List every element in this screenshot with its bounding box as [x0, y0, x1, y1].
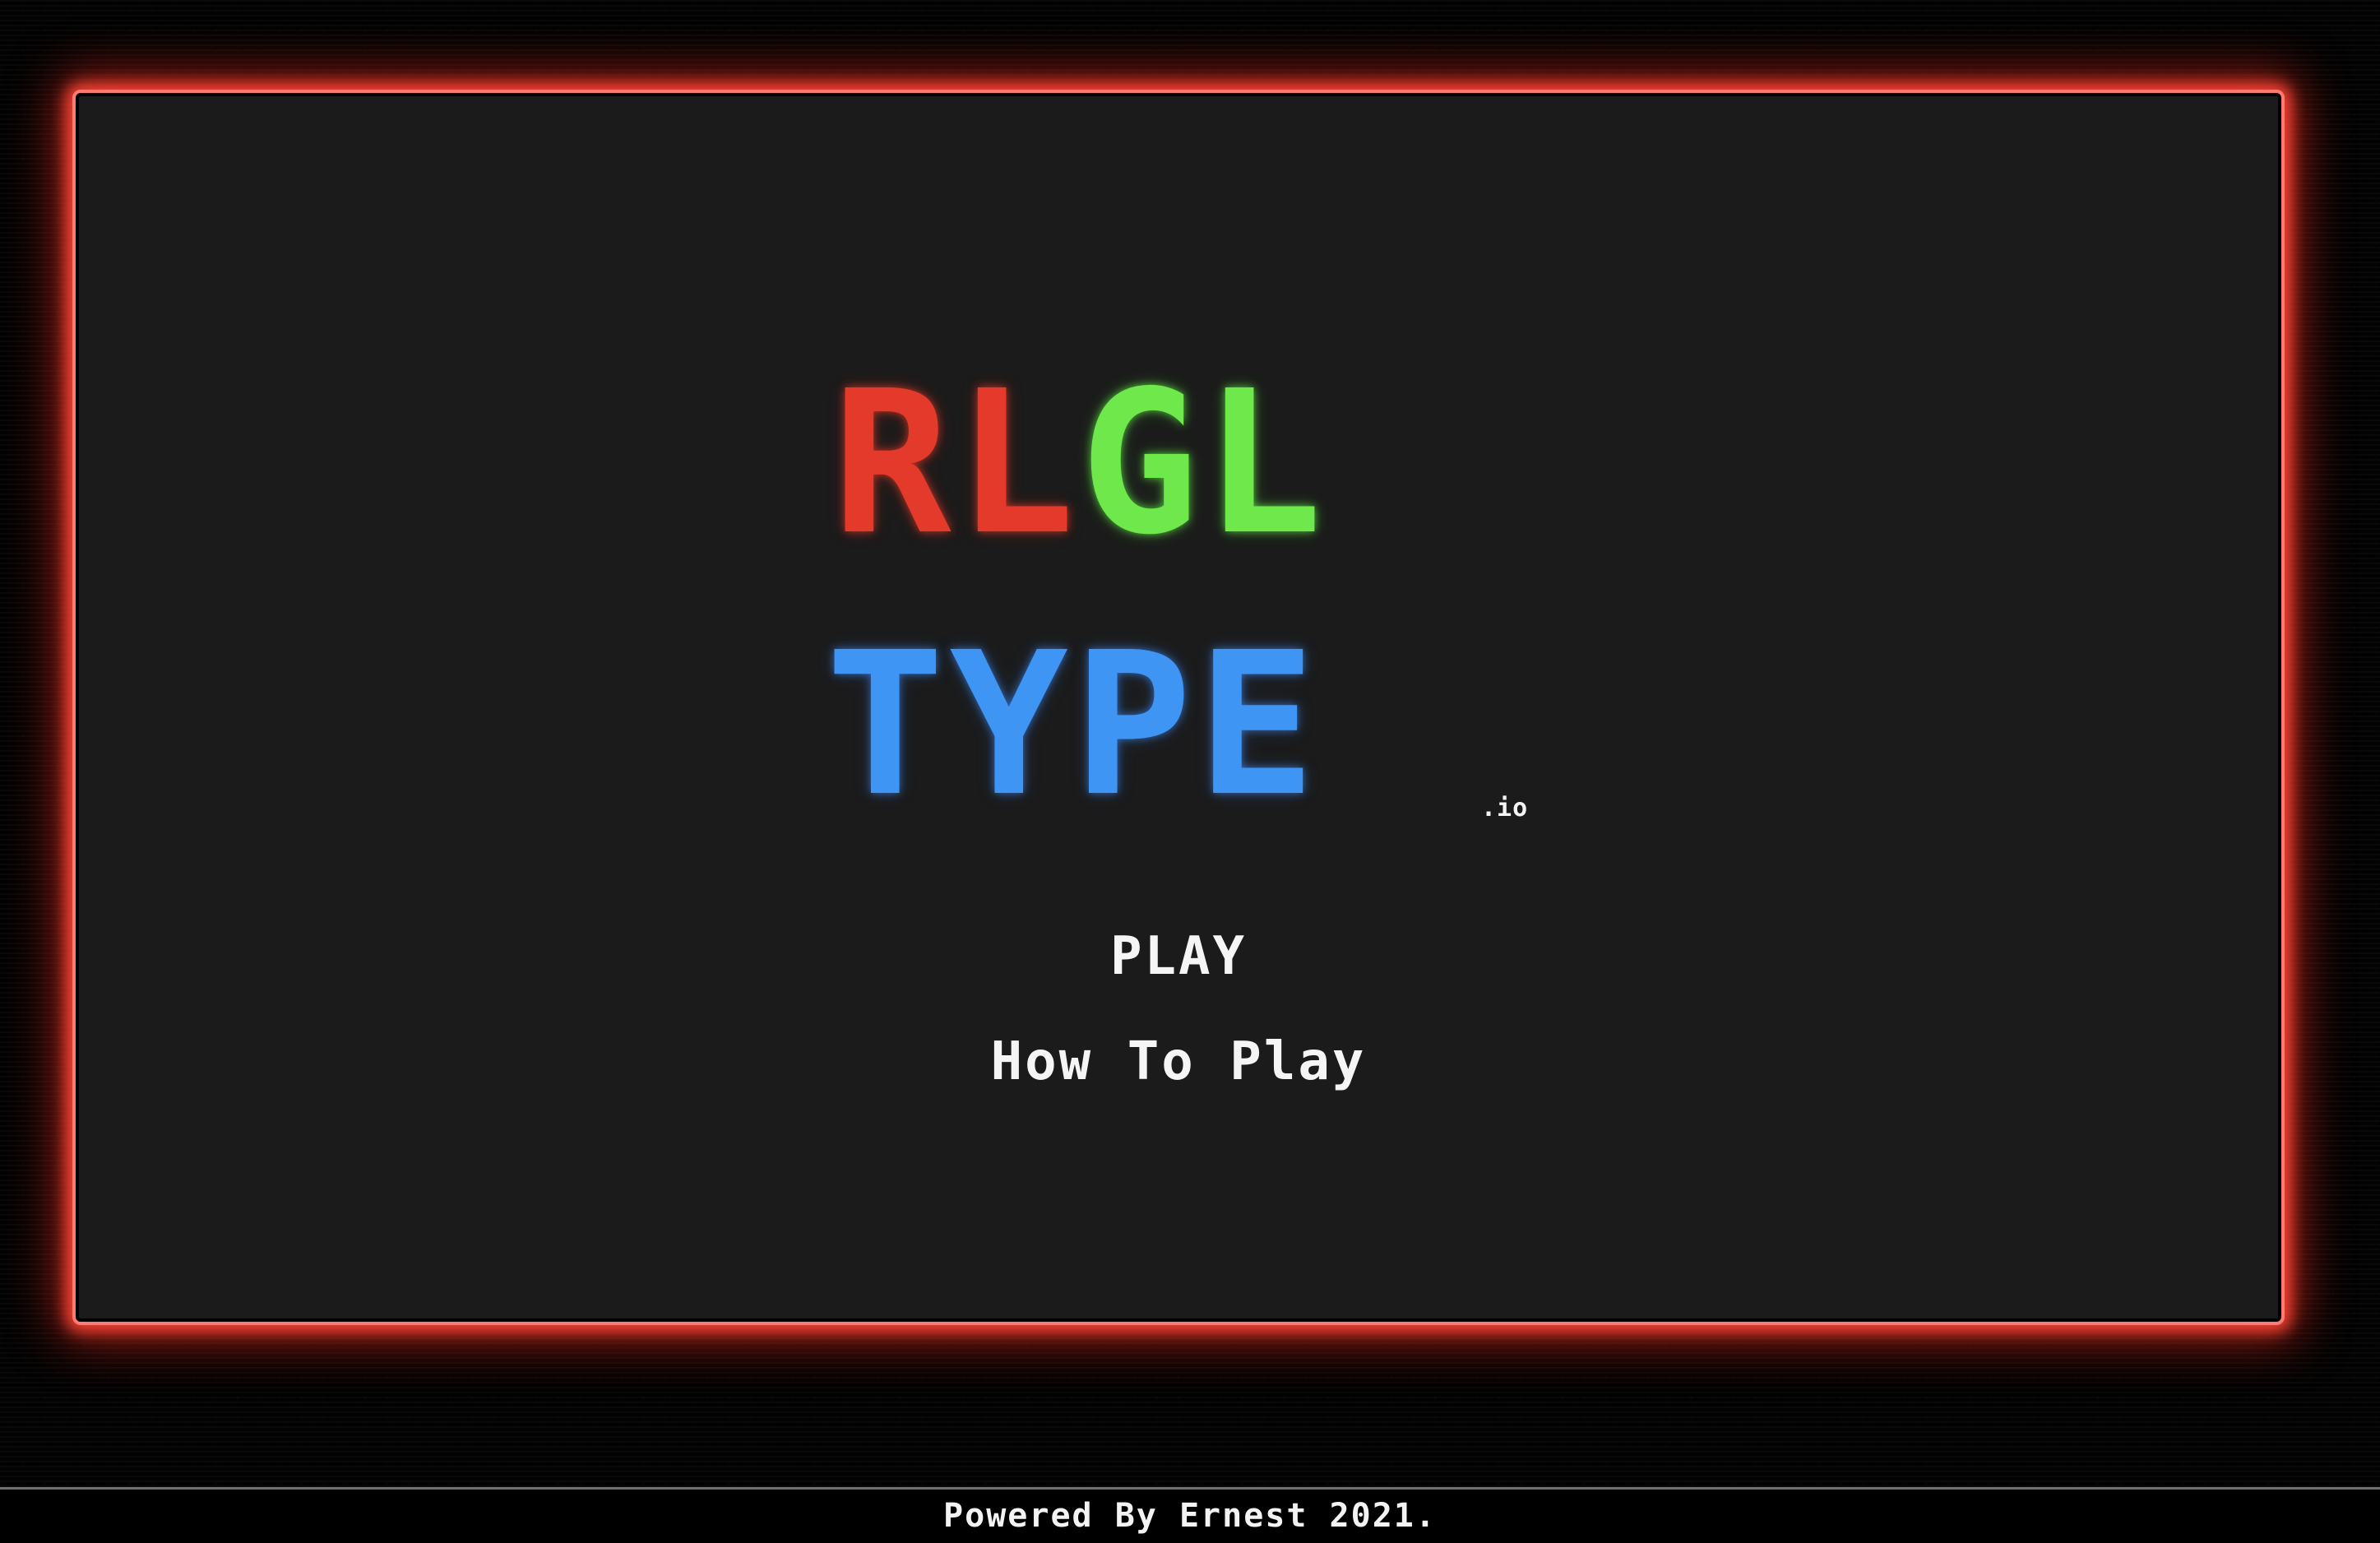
logo-suffix: .io	[1481, 794, 1529, 822]
game-frame: RLGL TYPE .io PLAY How To Play	[72, 90, 2285, 1325]
logo-type: TYPE	[826, 609, 1321, 840]
logo-top-line: RLGL	[832, 364, 1327, 562]
play-button[interactable]: PLAY	[76, 927, 2281, 986]
logo-gl: GL	[1079, 348, 1327, 578]
game-logo: RLGL TYPE .io	[76, 93, 2281, 1322]
how-to-play-button[interactable]: How To Play	[76, 1032, 2281, 1091]
footer-text: Powered By Ernest 2021.	[943, 1497, 1437, 1535]
page: RLGL TYPE .io PLAY How To Play Powered B…	[0, 0, 2380, 1543]
logo-rl: RL	[832, 348, 1080, 578]
footer: Powered By Ernest 2021.	[0, 1487, 2380, 1543]
